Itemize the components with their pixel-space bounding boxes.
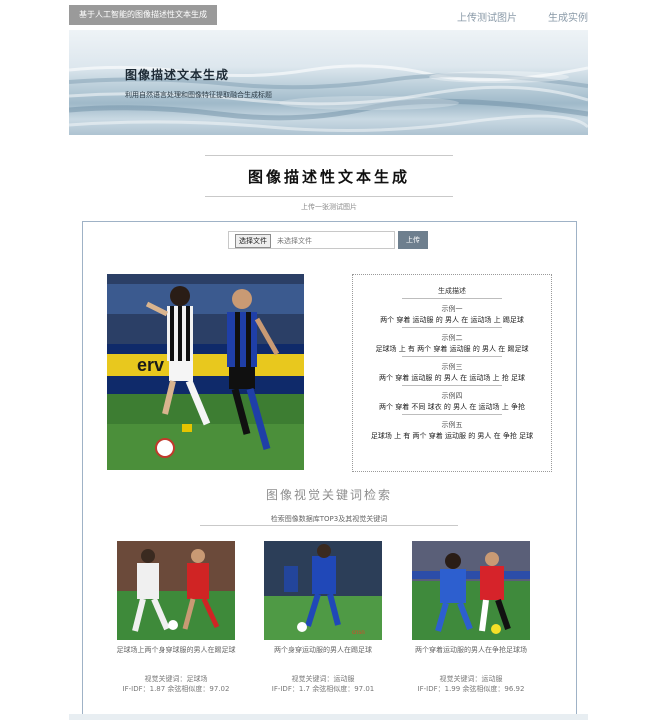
divider bbox=[402, 356, 502, 357]
example-label-5: 示例五 bbox=[441, 421, 463, 429]
uploaded-image: erv bbox=[107, 274, 304, 470]
svg-text:cnsn: cnsn bbox=[352, 630, 365, 636]
example-text-4: 两个 穿着 不同 球衣 的 男人 在 运动场 上 争抢 bbox=[378, 403, 526, 411]
example-text-2: 足球场 上 有 两个 穿着 运动服 的 男人 在 踢足球 bbox=[375, 345, 529, 353]
nav-link-examples[interactable]: 生成实例 bbox=[548, 9, 588, 24]
top-navbar: 基于人工智能的图像描述性文本生成 上传测试图片 生成实例 bbox=[0, 0, 656, 30]
example-text-1: 两个 穿着 运动服 的 男人 在 运动场 上 踢足球 bbox=[380, 316, 524, 324]
divider bbox=[402, 385, 502, 386]
horizontal-scrollbar[interactable] bbox=[69, 714, 588, 720]
page-title: 图像描述性文本生成 bbox=[247, 168, 410, 186]
retrieval-title: 图像视觉关键词检索 bbox=[265, 488, 392, 502]
result-image-3 bbox=[412, 541, 530, 640]
result-caption-1: 足球场上两个身穿球服的男人在踢足球 bbox=[116, 646, 236, 654]
file-input-status: 未选择文件 bbox=[277, 237, 312, 245]
example-label-3: 示例三 bbox=[441, 363, 463, 371]
example-text-3: 两个 穿着 运动服 的 男人 在 运动场 上 抢 足球 bbox=[378, 374, 526, 382]
hero-banner: 图像描述文本生成 利用自然语言处理和图像特征提取融合生成标题 bbox=[69, 30, 588, 135]
result-score-2: IF-IDF：1.7 余弦相似度：97.01 bbox=[271, 685, 375, 693]
choose-file-button[interactable]: 选择文件 bbox=[235, 234, 271, 248]
nav-link-upload[interactable]: 上传测试图片 bbox=[457, 9, 517, 24]
result-caption-3: 两个穿着运动服的男人在争抢足球场 bbox=[415, 646, 527, 654]
example-label-4: 示例四 bbox=[441, 392, 463, 400]
divider bbox=[200, 525, 458, 526]
divider bbox=[402, 298, 502, 299]
upload-button[interactable]: 上传 bbox=[398, 231, 428, 249]
divider bbox=[402, 327, 502, 328]
page-subtitle: 上传一张测试图片 bbox=[301, 203, 357, 211]
svg-text:erv: erv bbox=[137, 355, 164, 375]
result-score-1: IF-IDF：1.87 余弦相似度：97.02 bbox=[122, 685, 230, 693]
result-image-1 bbox=[117, 541, 235, 640]
example-label-2: 示例二 bbox=[441, 334, 463, 342]
result-caption-2: 两个身穿运动服的男人在踢足球 bbox=[274, 646, 372, 654]
divider bbox=[402, 414, 502, 415]
retrieval-subtitle: 检索图像数据库TOP3及其视觉关键词 bbox=[270, 515, 388, 523]
banner-title: 图像描述文本生成 bbox=[125, 68, 230, 82]
result-score-3: IF-IDF：1.99 余弦相似度：96.92 bbox=[417, 685, 525, 693]
result-image-2: cnsn bbox=[264, 541, 382, 640]
example-label-1: 示例一 bbox=[441, 305, 463, 313]
description-title: 生成描述 bbox=[438, 287, 466, 295]
site-brand[interactable]: 基于人工智能的图像描述性文本生成 bbox=[69, 5, 217, 25]
divider bbox=[205, 196, 453, 197]
divider bbox=[205, 155, 453, 156]
example-text-5: 足球场 上 有 两个 穿着 运动服 的 男人 在 争抢 足球 bbox=[370, 432, 534, 440]
banner-subtitle: 利用自然语言处理和图像特征提取融合生成标题 bbox=[125, 91, 272, 99]
